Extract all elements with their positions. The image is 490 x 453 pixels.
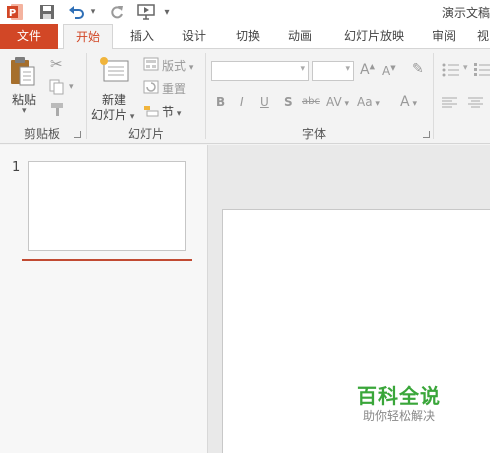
section-label: 节 — [162, 105, 175, 119]
paste-dropdown-icon[interactable]: ▾ — [22, 106, 27, 116]
watermark-subtitle: 助你轻松解决 — [363, 409, 436, 423]
decrease-arrow-icon: ▼ — [390, 64, 396, 72]
powerpoint-window: P ▾ ▾ 演示文稿 文件 开始 插入 设计 切换 动画 幻灯片放映 审阅 视 … — [0, 0, 490, 453]
clipboard-dialog-launcher[interactable] — [74, 131, 81, 138]
strikethrough-button[interactable]: abc — [302, 96, 320, 107]
change-case-button[interactable]: Aa ▾ — [357, 95, 380, 109]
character-spacing-button[interactable]: AV ▾ — [326, 95, 349, 109]
slide-editor — [208, 145, 490, 453]
redo-icon[interactable] — [106, 2, 128, 22]
tab-transitions[interactable]: 切换 — [228, 24, 268, 49]
layout-dropdown-icon[interactable]: ▾ — [186, 63, 194, 73]
text-shadow-button[interactable]: S — [284, 95, 293, 109]
slides-group-label: 幻灯片 — [127, 127, 164, 141]
watermark-title: 百科全说 — [357, 384, 441, 408]
change-case-dropdown-icon[interactable]: ▾ — [373, 99, 380, 109]
tab-slide-show[interactable]: 幻灯片放映 — [334, 24, 414, 49]
slide-number: 1 — [12, 160, 21, 175]
font-group-label: 字体 — [301, 127, 326, 141]
customize-qat-icon[interactable]: ▾ — [160, 2, 174, 22]
tab-view[interactable]: 视 — [476, 24, 490, 49]
layout-icon[interactable] — [143, 57, 159, 71]
cut-icon[interactable]: ✂ — [50, 55, 63, 73]
format-painter-icon[interactable] — [48, 101, 66, 117]
decrease-font-size-button[interactable]: A▼ — [382, 64, 396, 78]
paste-icon[interactable] — [8, 55, 38, 89]
group-separator — [86, 53, 87, 139]
svg-text:P: P — [9, 8, 16, 19]
window-title: 演示文稿 — [441, 6, 490, 20]
layout-label: 版式 — [162, 59, 187, 73]
decrease-font-size-label: A — [382, 64, 391, 78]
ribbon-tabs: 文件 开始 插入 设计 切换 动画 幻灯片放映 审阅 视 — [0, 24, 490, 50]
font-color-dropdown-icon[interactable]: ▾ — [410, 99, 417, 109]
italic-button[interactable]: I — [240, 95, 244, 109]
increase-font-size-button[interactable]: A▲ — [360, 62, 375, 78]
font-color-label: A — [400, 94, 410, 110]
font-dialog-launcher[interactable] — [423, 131, 430, 138]
font-size-combobox[interactable]: ▾ — [312, 61, 354, 81]
slide-canvas[interactable] — [222, 209, 490, 453]
powerpoint-logo-icon[interactable]: P — [4, 2, 26, 22]
section-icon[interactable] — [143, 103, 159, 117]
title-bar: P ▾ ▾ 演示文稿 — [0, 0, 490, 24]
align-center-icon[interactable] — [468, 97, 484, 109]
group-separator — [433, 53, 434, 139]
new-slide-label-line2: 幻灯片 — [91, 108, 128, 122]
bullets-icon[interactable] — [442, 63, 460, 77]
tab-insert[interactable]: 插入 — [122, 24, 162, 49]
reset-icon[interactable] — [143, 80, 159, 94]
save-icon[interactable] — [36, 2, 58, 22]
new-slide-dropdown-icon[interactable]: ▾ — [127, 112, 135, 122]
slide-thumbnails-pane: 1 — [0, 145, 207, 453]
layout-button[interactable]: 版式 ▾ — [162, 57, 193, 74]
undo-dropdown-icon[interactable]: ▾ — [88, 2, 98, 22]
slide-thumbnail[interactable] — [28, 161, 186, 251]
section-button[interactable]: 节 ▾ — [162, 103, 181, 120]
tab-review[interactable]: 审阅 — [424, 24, 464, 49]
new-slide-button[interactable]: 幻灯片 ▾ — [91, 106, 134, 123]
increase-font-size-label: A — [360, 62, 370, 78]
character-spacing-label: AV — [326, 95, 342, 109]
bullets-dropdown-icon[interactable]: ▾ — [463, 63, 468, 73]
tab-home[interactable]: 开始 — [63, 24, 113, 50]
tab-animations[interactable]: 动画 — [280, 24, 320, 49]
copy-icon[interactable] — [48, 79, 66, 95]
ribbon-home: 粘贴 ▾ ✂ ▾ 剪贴板 新建 幻灯片 ▾ 版式 ▾ 重置 节 ▾ 幻灯片 ▾ … — [0, 49, 490, 144]
change-case-label: Aa — [357, 95, 373, 109]
clear-formatting-icon[interactable]: ✎ — [412, 61, 424, 77]
font-name-combobox[interactable]: ▾ — [211, 61, 309, 81]
reset-button[interactable]: 重置 — [162, 80, 186, 97]
group-separator — [205, 53, 206, 139]
font-color-button[interactable]: A ▾ — [400, 94, 417, 110]
tab-design[interactable]: 设计 — [174, 24, 214, 49]
bold-button[interactable]: B — [216, 95, 225, 109]
character-spacing-dropdown-icon[interactable]: ▾ — [342, 99, 350, 109]
start-from-beginning-icon[interactable] — [135, 2, 157, 22]
font-name-dropdown-icon[interactable]: ▾ — [300, 64, 305, 74]
new-slide-icon[interactable] — [98, 55, 130, 87]
numbering-icon[interactable] — [474, 63, 490, 77]
section-dropdown-icon[interactable]: ▾ — [174, 109, 182, 119]
align-left-icon[interactable] — [442, 97, 458, 109]
font-size-dropdown-icon[interactable]: ▾ — [345, 64, 350, 74]
copy-dropdown-icon[interactable]: ▾ — [69, 82, 74, 92]
insertion-marker — [22, 259, 192, 261]
clipboard-group-label: 剪贴板 — [23, 127, 60, 141]
tab-file[interactable]: 文件 — [0, 24, 58, 49]
undo-icon[interactable] — [66, 2, 88, 22]
increase-arrow-icon: ▲ — [369, 62, 375, 71]
underline-button[interactable]: U — [260, 95, 269, 109]
